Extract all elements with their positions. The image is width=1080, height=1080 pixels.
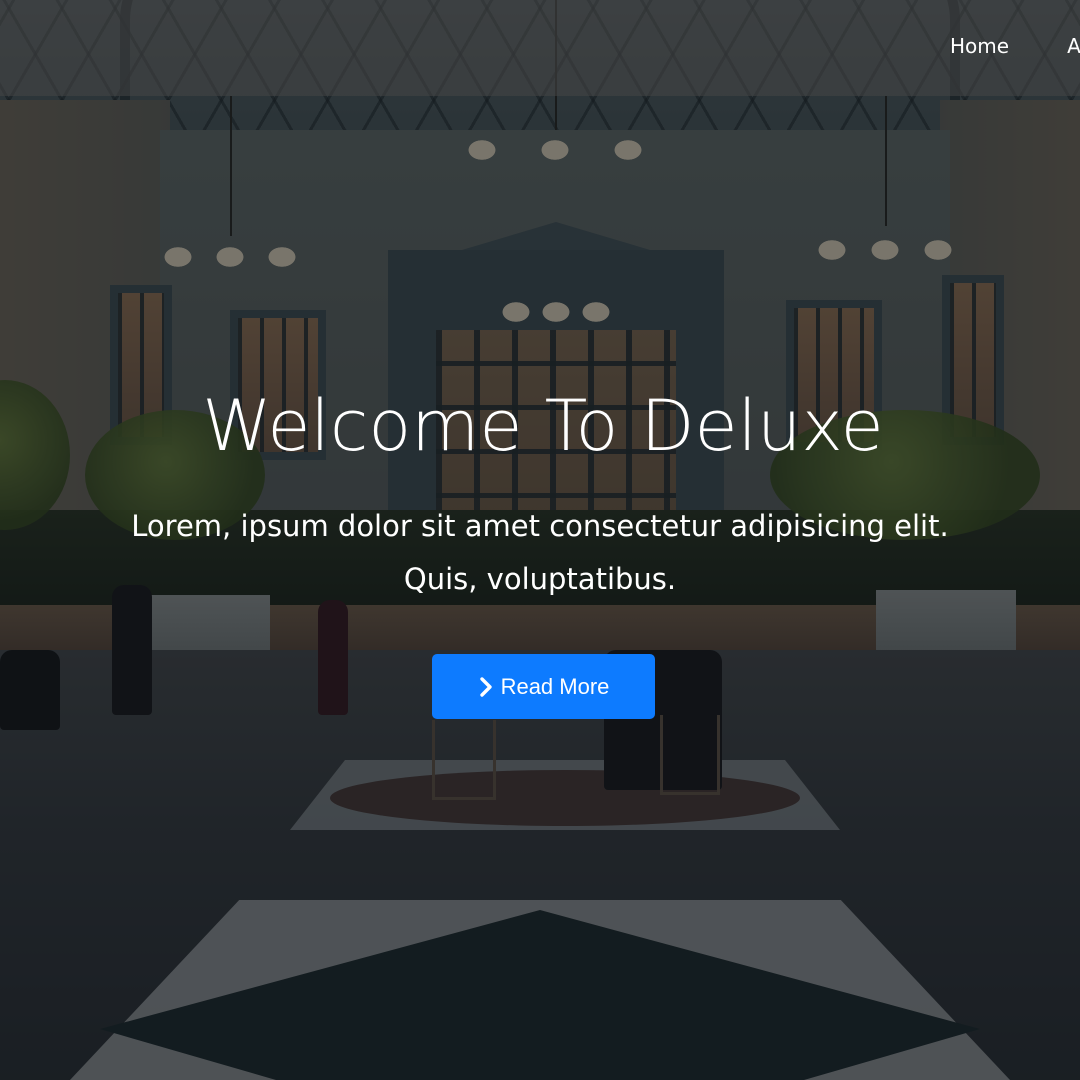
hero-title: Welcome To Deluxe [202, 385, 884, 467]
hero-content: Welcome To Deluxe Lorem, ipsum dolor sit… [0, 378, 1080, 719]
nav-link-truncated[interactable]: A [1067, 34, 1080, 58]
chevron-right-icon [479, 676, 492, 697]
hero-subtitle-line1: Lorem, ipsum dolor sit amet consectetur … [131, 509, 949, 543]
hero-subtitle: Lorem, ipsum dolor sit amet consectetur … [90, 500, 990, 606]
nav-link-home[interactable]: Home [950, 34, 1009, 58]
nav-links: Home A [950, 0, 1080, 96]
navbar: Home A [0, 0, 1080, 96]
read-more-label: Read More [500, 673, 610, 699]
hero-section: Home A Welcome To Deluxe Lorem, ipsum do… [0, 0, 1080, 1080]
hero-subtitle-line2: Quis, voluptatibus. [403, 562, 677, 596]
read-more-button[interactable]: Read More [431, 654, 655, 719]
